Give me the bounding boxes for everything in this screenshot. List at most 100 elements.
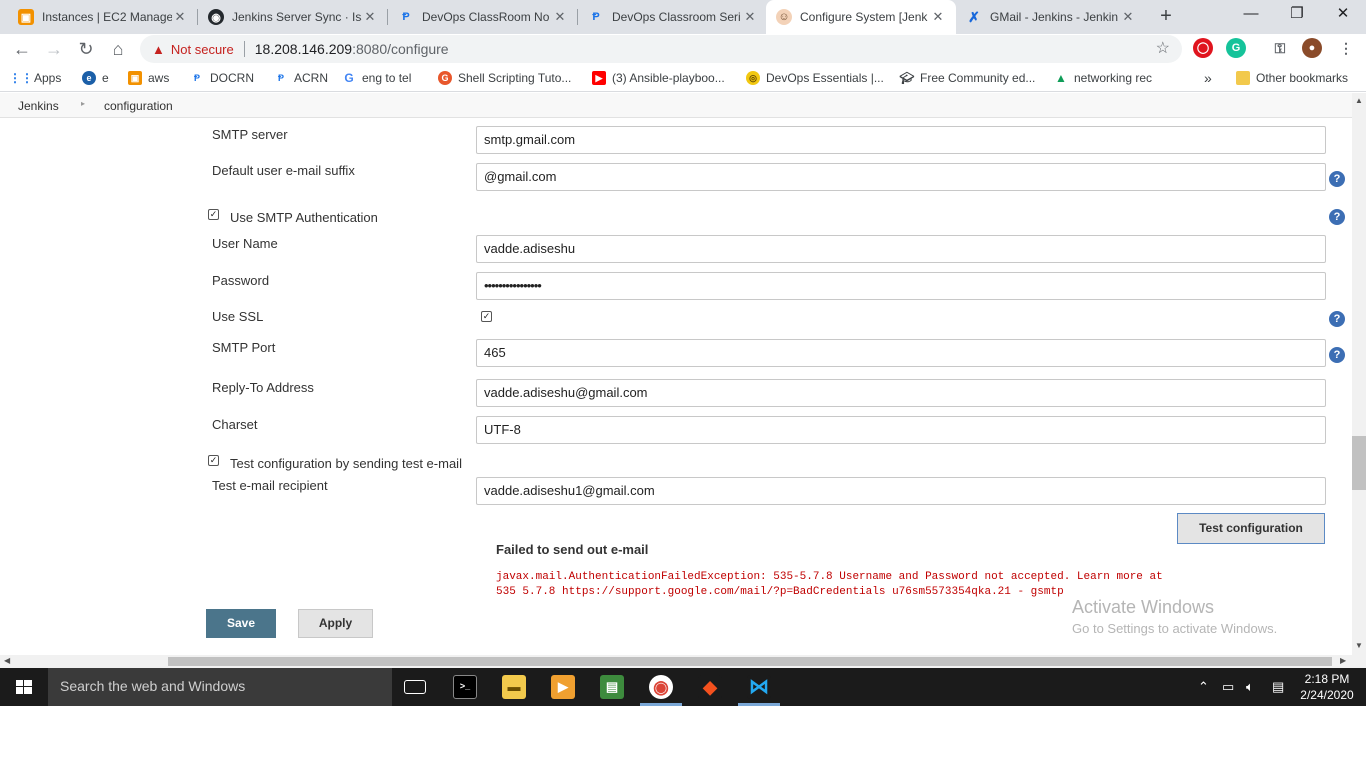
smtp-port-input[interactable]: 465 <box>476 339 1326 367</box>
tray-chevron-up-icon[interactable]: ⌃ <box>1198 679 1209 695</box>
close-window-button[interactable]: ✕ <box>1320 0 1366 30</box>
docs-icon: Ᵽ <box>402 11 410 23</box>
scroll-right-icon[interactable]: ▶ <box>1340 656 1346 665</box>
reply-to-input[interactable]: vadde.adiseshu@gmail.com <box>476 379 1326 407</box>
bookmark-docrn[interactable]: Ᵽ DOCRN <box>190 69 254 87</box>
address-bar[interactable]: ▲ Not secure 18.208.146.209:8080/configu… <box>140 35 1182 63</box>
smtp-auth-checkbox[interactable]: ✓ <box>208 209 219 220</box>
bookmark-e[interactable]: e e <box>82 69 109 87</box>
bookmark-apps[interactable]: ⋮⋮ Apps <box>9 69 61 87</box>
breadcrumb-configuration[interactable]: configuration <box>104 99 173 113</box>
new-tab-button[interactable]: + <box>1154 4 1178 28</box>
reply-to-label: Reply-To Address <box>212 380 314 395</box>
close-icon[interactable]: ✕ <box>742 9 758 25</box>
terminal-icon[interactable]: >_ <box>453 675 477 699</box>
save-button[interactable]: Save <box>206 609 276 638</box>
notifications-icon[interactable]: ▤ <box>1272 679 1284 695</box>
smtp-port-label: SMTP Port <box>212 340 276 355</box>
help-icon[interactable]: ? <box>1329 311 1345 327</box>
bookmark-other[interactable]: Other bookmarks <box>1236 69 1348 87</box>
apps-grid-icon: ⋮⋮ <box>9 71 33 85</box>
folder-icon <box>1236 71 1250 85</box>
bookmark-free-community[interactable]: 🎓︎ Free Community ed... <box>899 69 1035 87</box>
bookmark-label: DOCRN <box>210 71 254 85</box>
scroll-left-icon[interactable]: ◀ <box>4 656 10 665</box>
help-icon[interactable]: ? <box>1329 209 1345 225</box>
bookmark-ansible-playbook[interactable]: ▶ (3) Ansible-playboo... <box>592 69 725 87</box>
charset-input[interactable]: UTF-8 <box>476 416 1326 444</box>
tab-configure-system[interactable]: ☺ Configure System [Jenk ✕ <box>766 0 956 34</box>
bookmark-label: Shell Scripting Tuto... <box>458 71 572 85</box>
test-configuration-button[interactable]: Test configuration <box>1177 513 1325 544</box>
bookmark-acrn[interactable]: Ᵽ ACRN <box>274 69 328 87</box>
bookmarks-more-button[interactable]: » <box>1204 69 1212 87</box>
horizontal-scroll-thumb[interactable] <box>168 657 1332 666</box>
volume-icon[interactable]: 🔈︎ <box>1246 679 1254 695</box>
bookmark-shell-scripting[interactable]: G Shell Scripting Tuto... <box>438 69 571 87</box>
error-message-line[interactable]: 535 5.7.8 https://support.google.com/mai… <box>496 586 1064 598</box>
close-icon[interactable]: ✕ <box>362 9 378 25</box>
browser-tab-strip: ▣ Instances | EC2 Manage ✕ ◉ Jenkins Ser… <box>0 0 1366 34</box>
help-icon[interactable]: ? <box>1329 347 1345 363</box>
spreadsheet-icon[interactable]: ▤ <box>600 675 624 699</box>
test-config-checkbox[interactable]: ✓ <box>208 455 219 466</box>
bookmark-eng-to-tel[interactable]: G eng to tel <box>342 69 411 87</box>
vertical-scrollbar[interactable] <box>1352 93 1366 655</box>
star-icon[interactable]: ☆ <box>1156 38 1170 58</box>
bookmark-label: ACRN <box>294 71 329 85</box>
tab-devops-classroom-series[interactable]: Ᵽ DevOps Classroom Seri ✕ <box>578 0 768 34</box>
use-ssl-checkbox[interactable]: ✓ <box>481 311 492 322</box>
close-icon[interactable]: ✕ <box>930 9 946 25</box>
not-secure-label[interactable]: Not secure <box>171 42 234 57</box>
close-icon[interactable]: ✕ <box>172 9 188 25</box>
apply-button[interactable]: Apply <box>298 609 373 638</box>
forward-button[interactable]: → <box>42 37 66 61</box>
task-view-icon[interactable] <box>404 680 426 694</box>
bookmark-networking-rec[interactable]: ▲ networking rec <box>1054 69 1152 87</box>
bookmark-devops-essentials[interactable]: ◎ DevOps Essentials |... <box>746 69 884 87</box>
menu-dots-icon[interactable]: ⋮ <box>1336 38 1356 58</box>
back-button[interactable]: ← <box>10 37 34 61</box>
breadcrumb-jenkins[interactable]: Jenkins <box>18 99 59 113</box>
url-host: 18.208.146.209 <box>254 41 353 57</box>
close-icon[interactable]: ✕ <box>552 9 568 25</box>
shell-icon: G <box>438 71 452 85</box>
docs-icon: Ᵽ <box>277 73 284 83</box>
smtp-server-input[interactable]: smtp.gmail.com <box>476 126 1326 154</box>
bookmark-label: e <box>102 71 109 85</box>
tab-devops-classroom-notes[interactable]: Ᵽ DevOps ClassRoom No ✕ <box>388 0 578 34</box>
restore-button[interactable]: ❐ <box>1274 0 1320 30</box>
git-icon[interactable]: ◆ <box>698 675 722 699</box>
username-input[interactable]: vadde.adiseshu <box>476 235 1326 263</box>
file-explorer-icon[interactable]: ▬ <box>502 675 526 699</box>
tab-jenkins-github[interactable]: ◉ Jenkins Server Sync · Iss ✕ <box>198 0 388 34</box>
scroll-down-icon[interactable]: ▼ <box>1355 641 1363 650</box>
test-recipient-input[interactable]: vadde.adiseshu1@gmail.com <box>476 477 1326 505</box>
chrome-icon[interactable]: ◉ <box>649 675 673 699</box>
home-button[interactable]: ⌂ <box>106 37 130 61</box>
taskbar-search-input[interactable]: Search the web and Windows <box>48 668 392 706</box>
adblock-icon[interactable]: ◯ <box>1193 38 1213 58</box>
close-icon[interactable]: ✕ <box>1120 9 1136 25</box>
start-button[interactable] <box>0 668 48 706</box>
media-player-icon[interactable]: ▶ <box>551 675 575 699</box>
help-icon[interactable]: ? <box>1329 171 1345 187</box>
vscode-icon[interactable]: ⋈ <box>747 675 771 699</box>
password-input[interactable]: •••••••••••••••• <box>476 272 1326 300</box>
breadcrumb: Jenkins ▸ configuration <box>0 93 1352 118</box>
vertical-scroll-thumb[interactable] <box>1352 436 1366 490</box>
taskbar-clock[interactable]: 2:18 PM 2/24/2020 <box>1296 671 1358 703</box>
grammarly-icon[interactable]: G <box>1226 38 1246 58</box>
email-suffix-input[interactable]: @gmail.com <box>476 163 1326 191</box>
reload-button[interactable]: ↻ <box>74 37 98 61</box>
key-icon[interactable]: ⚿ <box>1270 38 1290 58</box>
charset-label: Charset <box>212 417 258 432</box>
minimize-button[interactable]: — <box>1228 0 1274 30</box>
bookmark-aws[interactable]: ▣ aws <box>128 69 169 87</box>
tab-gmail-jenkins[interactable]: ✗ GMail - Jenkins - Jenkin ✕ <box>956 0 1146 34</box>
scroll-up-icon[interactable]: ▲ <box>1355 96 1363 105</box>
smtp-auth-label: Use SMTP Authentication <box>230 210 378 225</box>
network-icon[interactable]: ▭ <box>1222 679 1234 695</box>
tab-ec2-instances[interactable]: ▣ Instances | EC2 Manage ✕ <box>8 0 198 34</box>
profile-avatar[interactable]: ● <box>1302 38 1322 58</box>
